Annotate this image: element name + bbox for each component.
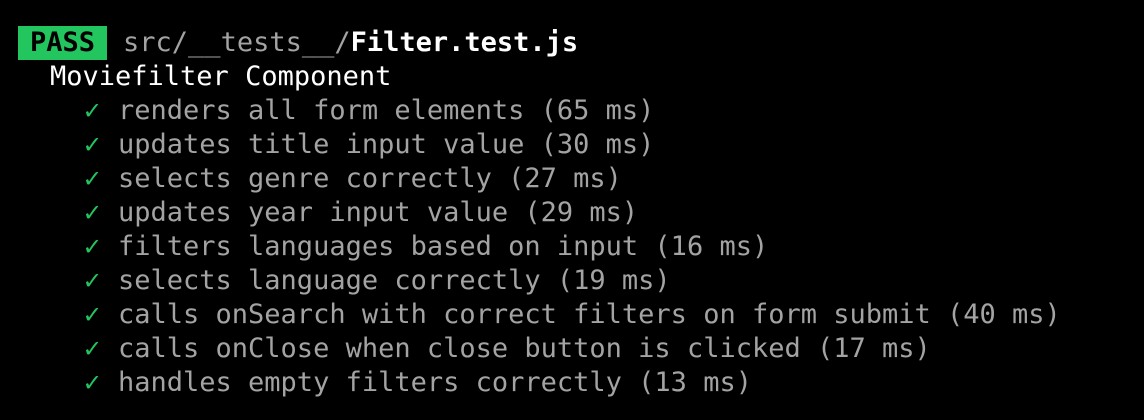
test-row: ✓ renders all form elements (65 ms) (84, 94, 1061, 128)
test-description: renders all form elements (65 ms) (118, 95, 655, 126)
check-icon: ✓ (84, 265, 101, 296)
test-row: ✓ filters languages based on input (16 m… (84, 230, 1061, 264)
test-row: ✓ handles empty filters correctly (13 ms… (84, 366, 1061, 400)
check-icon: ✓ (84, 231, 101, 262)
test-description: calls onSearch with correct filters on f… (118, 299, 1061, 330)
pass-badge: PASS (18, 26, 108, 60)
test-row: ✓ updates title input value (30 ms) (84, 128, 1061, 162)
check-icon: ✓ (84, 333, 101, 364)
check-icon: ✓ (84, 163, 101, 194)
test-description: calls onClose when close button is click… (118, 333, 931, 364)
test-row: ✓ calls onSearch with correct filters on… (84, 298, 1061, 332)
test-description: filters languages based on input (16 ms) (118, 231, 769, 262)
test-row: ✓ selects genre correctly (27 ms) (84, 162, 1061, 196)
test-description: updates year input value (29 ms) (118, 197, 639, 228)
suite-title: Moviefilter Component (50, 61, 392, 92)
check-icon: ✓ (84, 95, 101, 126)
test-file-header: PASS src/__tests__/ Filter.test.js (18, 26, 578, 60)
test-description: selects language correctly (19 ms) (118, 265, 671, 296)
test-path-prefix: src/__tests__/ (123, 27, 351, 58)
test-description: selects genre correctly (27 ms) (118, 163, 622, 194)
check-icon: ✓ (84, 299, 101, 330)
check-icon: ✓ (84, 129, 101, 160)
test-row: ✓ selects language correctly (19 ms) (84, 264, 1061, 298)
terminal-output: PASS src/__tests__/ Filter.test.js Movie… (0, 0, 1144, 420)
test-description: updates title input value (30 ms) (118, 129, 655, 160)
test-row: ✓ calls onClose when close button is cli… (84, 332, 1061, 366)
test-file-name: Filter.test.js (350, 27, 579, 58)
test-list: ✓ renders all form elements (65 ms) ✓ up… (84, 94, 1061, 400)
test-row: ✓ updates year input value (29 ms) (84, 196, 1061, 230)
check-icon: ✓ (84, 197, 101, 228)
check-icon: ✓ (84, 367, 101, 398)
test-description: handles empty filters correctly (13 ms) (118, 367, 752, 398)
